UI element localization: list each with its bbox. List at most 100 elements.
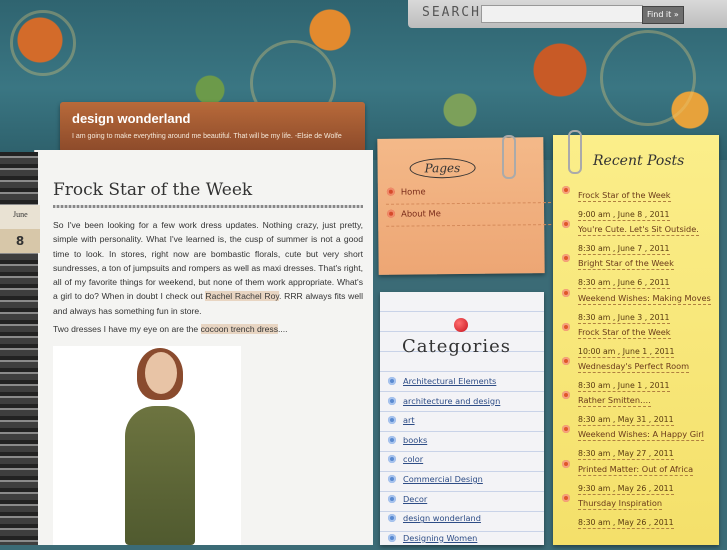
post-paragraph-2: Two dresses I have my eye on are the coc… <box>53 322 363 336</box>
bullet-icon <box>562 288 570 297</box>
recent-post-link[interactable]: Rather Smitten…. <box>578 395 651 408</box>
pages-widget: Pages Home About Me <box>377 137 552 275</box>
bullet-icon <box>562 391 570 400</box>
bullet-icon <box>562 459 570 468</box>
category-link[interactable]: books <box>388 433 500 453</box>
recent-post-item: Rather Smitten…. 8:30 am , May 31 , 2011 <box>561 388 711 427</box>
page-link-label: About Me <box>401 208 441 219</box>
recent-post-link[interactable]: Frock Star of the Week <box>578 327 671 339</box>
recent-post-item: Bright Star of the Week 8:30 am , June 6 … <box>561 251 711 290</box>
swirl-ornament <box>10 10 76 76</box>
post-date-month: June <box>13 210 28 219</box>
bullet-icon <box>562 220 570 229</box>
paperclip-icon <box>568 130 582 174</box>
bullet-icon <box>387 209 396 218</box>
post-title[interactable]: Frock Star of the Week <box>53 180 252 200</box>
bullet-icon <box>388 377 396 385</box>
recent-post-link[interactable]: Bright Star of the Week <box>578 258 674 271</box>
bullet-icon <box>388 435 396 444</box>
post-date-tab: June 8 <box>0 205 40 253</box>
recent-post-link[interactable]: Frock Star of the Week <box>578 190 671 202</box>
recent-post-item: Wednesday's Perfect Room 8:30 am , June 1… <box>561 354 711 392</box>
page-link-home[interactable]: Home <box>385 181 551 205</box>
bullet-icon <box>388 514 396 523</box>
pushpin-icon <box>454 318 468 332</box>
category-link[interactable]: color <box>388 452 500 472</box>
recent-post-item: Weekend Wishes: Making Moves 8:30 am , Ju… <box>561 286 711 324</box>
bullet-icon <box>562 186 570 194</box>
recent-post-date[interactable]: 8:30 am , May 26 , 2011 <box>578 517 674 529</box>
bullet-icon <box>562 254 570 263</box>
category-label: architecture and design <box>403 395 501 406</box>
category-label: color <box>403 454 424 465</box>
post-paragraph-text: So I've been looking for a few work dres… <box>53 220 363 302</box>
recent-post-link[interactable]: Weekend Wishes: A Happy Girl <box>578 429 704 442</box>
pages-heading: Pages <box>409 157 476 179</box>
recent-post-item: Frock Star of the Week 10:00 am , June 1 … <box>561 320 711 358</box>
site-title[interactable]: design wonderland <box>72 111 190 126</box>
model-face <box>145 352 177 394</box>
pages-list: Home About Me <box>385 181 552 227</box>
post-paragraph-2-tail: .... <box>278 324 288 334</box>
category-label: Decor <box>403 493 428 504</box>
search-button[interactable]: Find it » <box>642 6 684 24</box>
category-label: Architectural Elements <box>403 376 497 386</box>
recent-post-item: Printed Matter: Out of Africa 9:30 am , M… <box>561 457 711 495</box>
swirl-ornament <box>600 30 696 126</box>
trench-dress <box>125 406 195 545</box>
category-link[interactable]: Commercial Design <box>388 472 500 492</box>
category-label: Commercial Design <box>403 473 483 484</box>
post-paragraph-2-text: Two dresses I have my eye on are the <box>53 324 201 334</box>
category-label: books <box>403 434 428 445</box>
bullet-icon <box>562 425 570 434</box>
search-bar: SEARCH Find it » <box>408 0 727 28</box>
recent-post-link[interactable]: Thursday Inspiration <box>578 498 663 510</box>
recent-post-link[interactable]: Wednesday's Perfect Room <box>578 361 690 373</box>
recent-post-item: Frock Star of the Week 9:00 am , June 8 ,… <box>561 183 711 221</box>
category-label: Designing Women <box>403 532 478 543</box>
bullet-icon <box>562 322 570 331</box>
page-link-about[interactable]: About Me <box>385 203 552 227</box>
category-link[interactable]: Designing Women <box>388 531 500 550</box>
paperclip-icon <box>502 135 516 179</box>
category-link[interactable]: architecture and design <box>388 394 500 414</box>
recent-post-link[interactable]: Weekend Wishes: Making Moves <box>578 293 711 305</box>
bullet-icon <box>388 396 396 405</box>
recent-posts-widget: Recent Posts Frock Star of the Week 9:00 … <box>553 135 719 545</box>
bullet-icon <box>562 356 570 365</box>
category-label: design wonderland <box>403 513 481 524</box>
search-input[interactable] <box>481 5 643 23</box>
category-label: art <box>403 415 415 426</box>
category-link[interactable]: Decor <box>388 492 500 512</box>
rachel-roy-link[interactable]: Rachel Rachel Roy <box>205 291 280 302</box>
recent-post-item: Thursday Inspiration 8:30 am , May 26 , 2… <box>561 491 711 529</box>
categories-widget: Categories Architectural Elements archit… <box>380 292 544 545</box>
bullet-icon <box>388 533 396 542</box>
recent-posts-list: Frock Star of the Week 9:00 am , June 8 ,… <box>561 183 711 529</box>
page-link-label: Home <box>400 186 426 197</box>
bullet-icon <box>388 455 396 464</box>
categories-list: Architectural Elements architecture and … <box>388 374 500 550</box>
categories-heading: Categories <box>402 336 511 357</box>
recent-posts-heading: Recent Posts <box>593 153 685 169</box>
title-divider <box>53 205 363 208</box>
bullet-icon <box>386 187 395 196</box>
category-link[interactable]: design wonderland <box>388 511 500 531</box>
post-paragraph: So I've been looking for a few work dres… <box>53 218 363 318</box>
post-date-day: 8 <box>0 229 40 253</box>
bullet-icon <box>388 416 396 425</box>
site-title-box: design wonderland I am going to make eve… <box>60 102 365 152</box>
category-link[interactable]: art <box>388 413 500 433</box>
site-tagline: I am going to make everything around me … <box>72 133 342 140</box>
dress-photo[interactable] <box>53 346 241 545</box>
category-link[interactable]: Architectural Elements <box>388 374 500 394</box>
recent-post-item: Weekend Wishes: A Happy Girl 8:30 am , Ma… <box>561 422 711 461</box>
recent-post-item: You're Cute. Let's Sit Outside. 8:30 am ,… <box>561 217 711 256</box>
search-label: SEARCH <box>422 5 481 20</box>
cocoon-trench-link[interactable]: cocoon trench dress <box>200 324 278 334</box>
recent-post-link[interactable]: Printed Matter: Out of Africa <box>578 464 694 476</box>
bullet-icon <box>562 493 570 502</box>
bullet-icon <box>388 494 396 503</box>
recent-post-link[interactable]: You're Cute. Let's Sit Outside. <box>578 224 699 237</box>
bullet-icon <box>388 474 396 483</box>
